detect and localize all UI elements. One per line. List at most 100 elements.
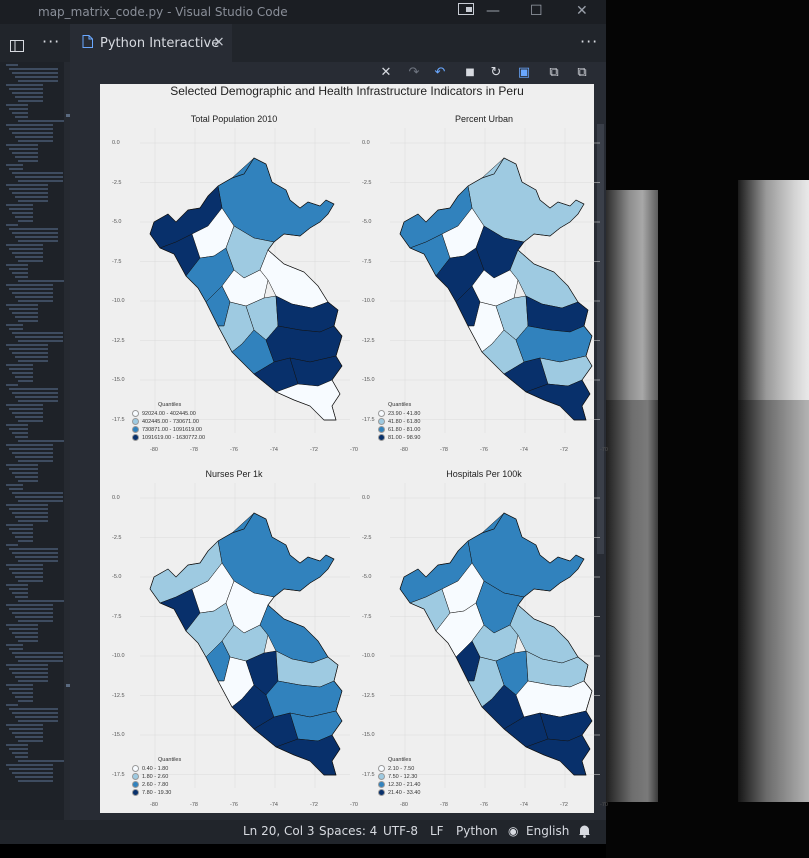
minimap-line [12, 672, 48, 674]
collapse-all-icon[interactable]: ⧉ [574, 65, 590, 81]
legend-label: 92024.00 - 402445.00 [142, 410, 196, 417]
minimap-line [9, 128, 53, 130]
expand-all-icon[interactable]: ⧉ [546, 65, 562, 81]
restart-kernel-icon[interactable]: ↻ [488, 65, 504, 81]
status-bar: Ln 20, Col 3 Spaces: 4 UTF-8 LF Python ◉… [0, 820, 606, 844]
locale[interactable]: English [526, 824, 569, 838]
maximize-button[interactable]: ☐ [530, 3, 543, 19]
locale-eye-icon[interactable]: ◉ [508, 824, 518, 838]
legend-label: 81.00 - 98.90 [388, 434, 421, 441]
line-ending[interactable]: LF [430, 824, 444, 838]
y-tick-label: -2.5 [362, 179, 372, 186]
legend-swatch [132, 434, 139, 441]
legend-label: 1.80 - 2.60 [142, 773, 169, 780]
minimap-line [15, 256, 43, 258]
x-tick-label: -76 [480, 802, 488, 808]
encoding[interactable]: UTF-8 [383, 824, 418, 838]
minimap-line [6, 764, 53, 766]
minimap-line [15, 616, 53, 618]
minimap-line [6, 344, 48, 346]
minimap-line [12, 92, 43, 94]
minimap-line [12, 332, 63, 334]
minimap-line [6, 544, 18, 546]
y-tick-label: -10.0 [112, 298, 125, 304]
minimap-line [18, 620, 53, 622]
minimap-line [6, 404, 43, 406]
minimap-line [12, 212, 33, 214]
legend-title: Quantiles [158, 757, 182, 763]
x-tick-label: -72 [310, 802, 318, 808]
minimap-line [9, 168, 23, 170]
cursor-position[interactable]: Ln 20, Col 3 [243, 824, 315, 838]
legend-label: 12.30 - 21.40 [388, 781, 421, 788]
y-tick-label: -15.0 [362, 732, 375, 738]
vscode-window: map_matrix_code.py - Visual Studio Code … [0, 0, 608, 858]
tab-label: Python Interactive [100, 36, 220, 51]
desktop-panel-left-lower [606, 400, 658, 802]
interrupt-kernel-icon[interactable]: ■ [462, 65, 478, 81]
minimap-line [18, 460, 53, 462]
minimap-line [18, 220, 33, 222]
minimap-line [18, 700, 33, 702]
tab-python-interactive[interactable]: Python Interactive × [70, 24, 232, 62]
legend-label: 61.80 - 81.00 [388, 426, 421, 433]
clear-all-icon[interactable]: ✕ [378, 65, 394, 81]
y-tick-label: -5.0 [362, 574, 372, 580]
minimap-line [18, 300, 53, 302]
minimap-line [6, 204, 33, 206]
y-tick-label: 0.0 [362, 495, 370, 501]
minimap-line [15, 556, 58, 558]
close-tab-icon[interactable]: × [213, 34, 225, 50]
minimap-line [6, 364, 33, 366]
more-actions-right-icon[interactable]: ··· [580, 32, 598, 51]
legend-item: 2.60 - 7.80 [132, 781, 168, 788]
minimap-line [18, 240, 58, 242]
minimap-line [9, 488, 23, 490]
desktop-background [606, 0, 809, 858]
notifications-bell-icon[interactable] [578, 824, 591, 841]
legend-item: 1.80 - 2.60 [132, 773, 168, 780]
undo-icon[interactable]: ↶ [432, 65, 448, 81]
minimap-line [12, 572, 43, 574]
redo-icon[interactable]: ↷ [406, 65, 422, 81]
minimap-line [12, 312, 38, 314]
minimap-line [15, 776, 53, 778]
split-editor-icon[interactable] [10, 37, 24, 56]
indentation[interactable]: Spaces: 4 [319, 824, 377, 838]
code-minimap[interactable] [6, 62, 70, 820]
legend-swatch [132, 765, 139, 772]
choropleth-map [390, 483, 600, 788]
minimap-line [15, 416, 43, 418]
more-actions-left-icon[interactable]: ··· [42, 32, 60, 51]
legend-label: 21.40 - 33.40 [388, 789, 421, 796]
minimap-line [9, 508, 48, 510]
minimap-line [18, 480, 38, 482]
layout-icon[interactable] [458, 3, 474, 19]
minimap-line [6, 664, 48, 666]
legend-swatch [378, 434, 385, 441]
y-tick-label: -17.5 [362, 771, 375, 778]
minimap-line [12, 712, 58, 714]
legend-title: Quantiles [158, 402, 182, 408]
export-notebook-icon[interactable]: ▣ [516, 65, 532, 81]
map-region [265, 680, 343, 718]
language-mode[interactable]: Python [456, 824, 498, 838]
y-tick-label: -12.5 [112, 692, 125, 699]
legend-swatch [378, 773, 385, 780]
minimap-line [9, 208, 33, 210]
map-region [289, 710, 343, 742]
minimap-line [18, 640, 38, 642]
minimap-line [9, 248, 43, 250]
x-tick-label: -76 [230, 802, 238, 808]
minimap-line [12, 372, 33, 374]
minimap-line [12, 452, 53, 454]
minimap-line [12, 292, 53, 294]
minimap-line [18, 420, 43, 422]
minimize-button[interactable]: — [486, 3, 500, 19]
minimap-line [15, 236, 58, 238]
close-window-button[interactable]: ✕ [576, 3, 588, 19]
legend-item: 1091619.00 - 1630772.00 [132, 434, 205, 441]
minimap-line [6, 384, 18, 386]
minimap-line [9, 588, 28, 590]
minimap-line [6, 524, 33, 526]
